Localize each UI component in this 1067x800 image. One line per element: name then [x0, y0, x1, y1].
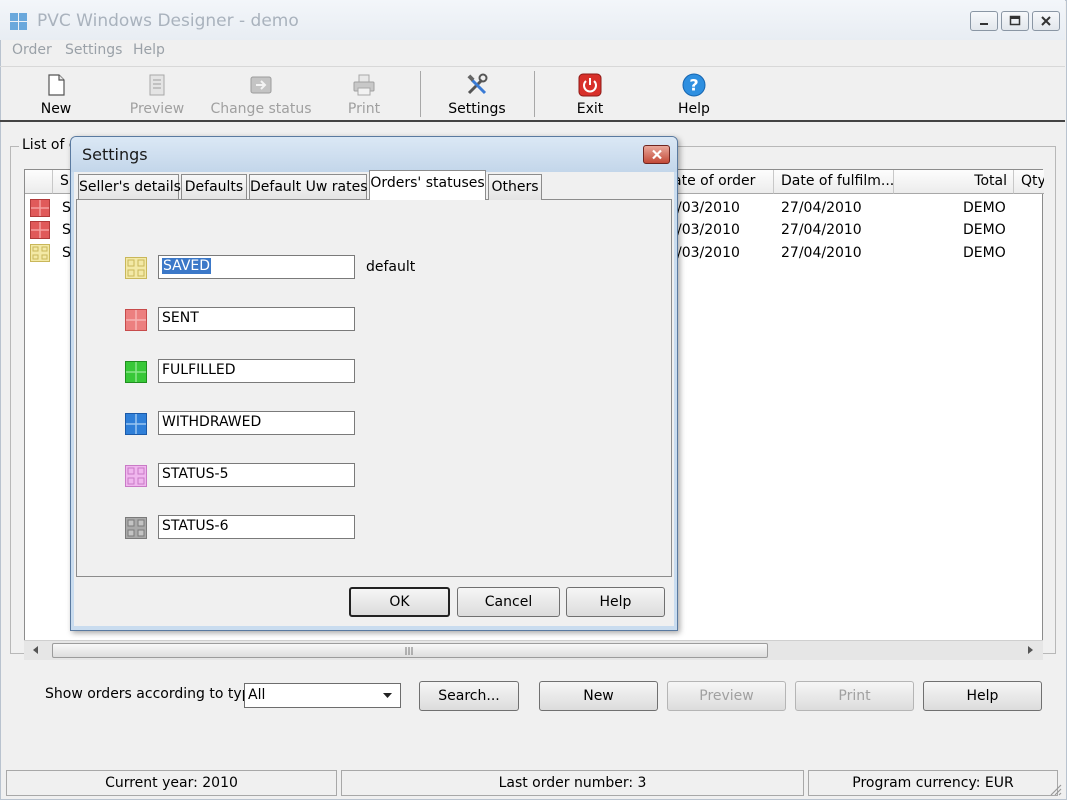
tools-icon — [467, 73, 488, 95]
order-total-cell: DEMO — [963, 200, 1006, 216]
window-title: PVC Windows Designer - demo — [37, 11, 299, 31]
change-status-icon — [250, 76, 272, 94]
status-6-icon[interactable] — [125, 517, 147, 539]
toolbar: New Preview Change status Print Settings — [0, 66, 1065, 122]
status-name-field-1[interactable]: SAVED — [158, 255, 355, 279]
dialog-close-button[interactable] — [643, 145, 670, 164]
status-name-field-4[interactable]: WITHDRAWED — [158, 411, 355, 435]
scrollbar-thumb[interactable] — [52, 643, 768, 658]
close-icon — [1041, 16, 1051, 26]
dialog-help-button[interactable]: Help — [566, 587, 665, 617]
minimize-button[interactable] — [970, 11, 998, 31]
toolbar-new-button[interactable]: New — [30, 69, 82, 119]
new-order-button[interactable]: New — [539, 681, 658, 711]
scroll-left-icon[interactable] — [30, 644, 42, 656]
column-header-date-of-fulfilment[interactable]: Date of fulfilm... — [774, 170, 894, 194]
dialog-cancel-button[interactable]: Cancel — [457, 587, 560, 617]
preview-button[interactable]: Preview — [667, 681, 786, 711]
toolbar-change-status-button[interactable]: Change status — [210, 69, 312, 119]
tab-sellers-details[interactable]: Seller's details — [78, 174, 181, 200]
order-date-cell: /03/2010 — [677, 200, 740, 216]
tab-orders-statuses[interactable]: Orders' statuses — [369, 170, 486, 200]
toolbar-separator — [534, 71, 535, 117]
status-name-field-3[interactable]: FULFILLED — [158, 359, 355, 383]
menu-settings[interactable]: Settings — [65, 42, 122, 58]
maximize-button[interactable] — [1001, 11, 1029, 31]
tab-defaults[interactable]: Defaults — [181, 174, 247, 200]
status-sent-icon — [30, 221, 50, 239]
order-fulfilment-cell: 27/04/2010 — [781, 222, 862, 238]
chevron-down-icon[interactable] — [377, 685, 398, 706]
toolbar-settings-button[interactable]: Settings — [446, 69, 508, 119]
close-icon — [651, 149, 662, 160]
order-fulfilment-cell: 27/04/2010 — [781, 245, 862, 261]
power-icon — [578, 73, 602, 97]
toolbar-preview-button[interactable]: Preview — [126, 69, 188, 119]
status-currency: Program currency: EUR — [808, 770, 1058, 796]
minimize-icon — [980, 23, 988, 25]
menu-bar: Order Settings Help — [0, 40, 1065, 62]
order-type-value: All — [248, 687, 266, 703]
status-withdrawed-icon[interactable] — [125, 413, 147, 435]
status-saved-icon — [30, 244, 50, 262]
status-saved-icon[interactable] — [125, 257, 147, 279]
order-date-cell: /03/2010 — [677, 222, 740, 238]
maximize-icon — [1009, 15, 1021, 26]
menu-order[interactable]: Order — [12, 42, 52, 58]
column-header-total[interactable]: Total — [894, 170, 1014, 194]
toolbar-exit-button[interactable]: Exit — [566, 69, 614, 119]
status-bar: Current year: 2010 Last order number: 3 … — [0, 768, 1065, 798]
status-name-field-5[interactable]: STATUS-5 — [158, 463, 355, 487]
app-window-icon — [10, 13, 27, 30]
status-current-year: Current year: 2010 — [6, 770, 337, 796]
question-icon: ? — [682, 73, 706, 97]
help-button[interactable]: Help — [923, 681, 1042, 711]
order-total-cell: DEMO — [963, 245, 1006, 261]
column-header-date-of-order[interactable]: ate of order — [669, 170, 774, 194]
toolbar-help-button[interactable]: ? Help — [670, 69, 718, 119]
status-sent-icon[interactable] — [125, 309, 147, 331]
resize-grip-icon[interactable] — [1048, 782, 1062, 796]
print-button[interactable]: Print — [795, 681, 914, 711]
row-selector-header — [25, 170, 53, 194]
toolbar-separator — [420, 71, 421, 117]
dialog-title: Settings — [82, 145, 148, 164]
preview-icon — [149, 74, 165, 96]
grip-icon — [405, 647, 413, 655]
status-fulfilled-icon[interactable] — [125, 361, 147, 383]
default-status-label: default — [366, 259, 416, 275]
tab-others[interactable]: Others — [488, 174, 542, 200]
toolbar-print-button[interactable]: Print — [340, 69, 388, 119]
order-date-cell: /03/2010 — [677, 245, 740, 261]
search-button[interactable]: Search... — [419, 681, 519, 711]
scroll-right-icon[interactable] — [1024, 644, 1036, 656]
printer-icon — [353, 74, 375, 96]
tab-default-uw-rates[interactable]: Default Uw rates — [249, 174, 367, 200]
menu-help[interactable]: Help — [133, 42, 165, 58]
status-name-field-6[interactable]: STATUS-6 — [158, 515, 355, 539]
column-header-qty[interactable]: Qty — [1014, 170, 1044, 194]
close-button[interactable] — [1032, 11, 1060, 31]
dialog-ok-button[interactable]: OK — [349, 587, 450, 617]
dialog-title-bar[interactable] — [71, 137, 677, 172]
order-total-cell: DEMO — [963, 222, 1006, 238]
order-fulfilment-cell: 27/04/2010 — [781, 200, 862, 216]
filter-label: Show orders according to type — [45, 686, 260, 702]
svg-text:?: ? — [689, 76, 698, 95]
status-sent-icon — [30, 199, 50, 217]
status-name-field-2[interactable]: SENT — [158, 307, 355, 331]
status-last-order: Last order number: 3 — [341, 770, 804, 796]
status-5-icon[interactable] — [125, 465, 147, 487]
new-document-icon — [48, 74, 65, 96]
